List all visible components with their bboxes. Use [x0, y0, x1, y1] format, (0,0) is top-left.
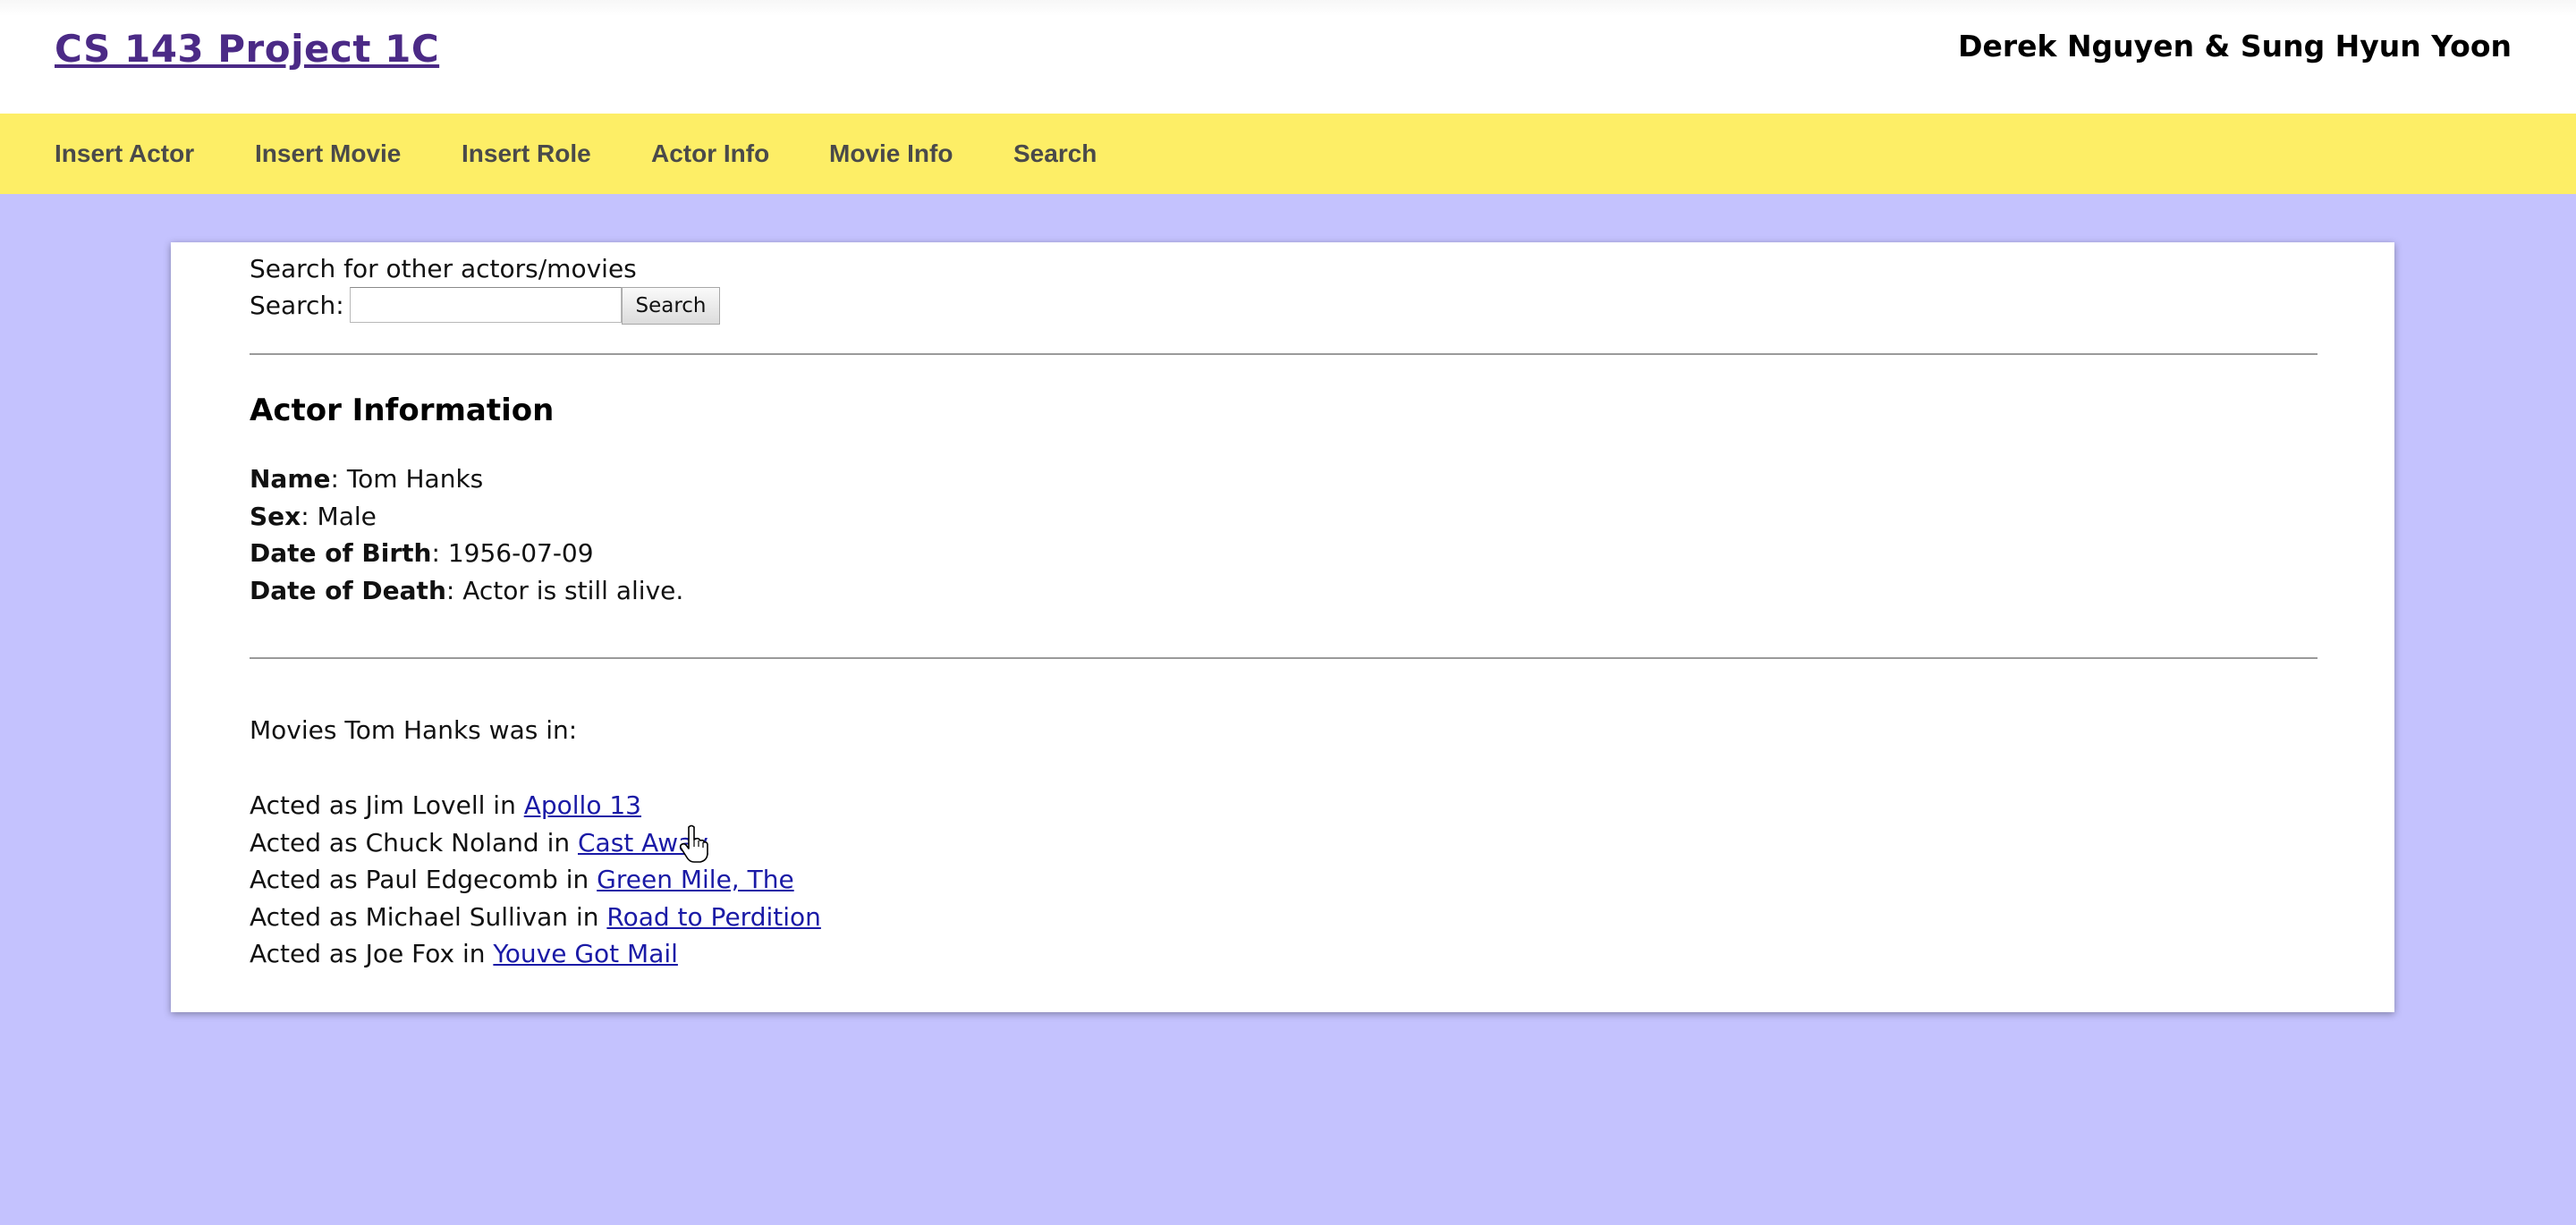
role-row: Acted as Paul Edgecomb in Green Mile, Th… — [250, 862, 794, 898]
field-value-sex: : Male — [301, 502, 377, 531]
field-value-dob: : 1956-07-09 — [431, 538, 594, 568]
role-row: Acted as Chuck Noland in Cast Away — [250, 825, 708, 861]
movie-link-youve-got-mail[interactable]: Youve Got Mail — [493, 939, 678, 968]
field-label-sex: Sex — [250, 502, 301, 531]
field-label-dod: Date of Death — [250, 576, 446, 605]
role-text: Acted as Joe Fox in — [250, 939, 494, 968]
role-text: Acted as Michael Sullivan in — [250, 902, 607, 932]
nav-actor-info[interactable]: Actor Info — [651, 114, 769, 194]
search-prompt: Search for other actors/movies — [250, 254, 637, 283]
nav-search[interactable]: Search — [1013, 114, 1097, 194]
site-header: CS 143 Project 1C Derek Nguyen & Sung Hy… — [0, 0, 2576, 114]
search-input[interactable] — [350, 287, 622, 323]
search-label: Search: — [250, 291, 344, 320]
content-panel: Search for other actors/movies Search: S… — [171, 242, 2394, 1012]
site-title-link[interactable]: CS 143 Project 1C — [55, 27, 439, 71]
actor-dob-row: Date of Birth: 1956-07-09 — [250, 536, 594, 571]
nav-movie-info[interactable]: Movie Info — [829, 114, 953, 194]
nav-bar: Insert Actor Insert Movie Insert Role Ac… — [0, 114, 2576, 194]
nav-insert-actor[interactable]: Insert Actor — [55, 114, 194, 194]
authors-text: Derek Nguyen & Sung Hyun Yoon — [1958, 29, 2512, 63]
role-text: Acted as Paul Edgecomb in — [250, 865, 597, 894]
role-row: Acted as Michael Sullivan in Road to Per… — [250, 900, 821, 935]
role-text: Acted as Jim Lovell in — [250, 790, 524, 820]
role-row: Acted as Jim Lovell in Apollo 13 — [250, 788, 641, 824]
movie-link-green-mile[interactable]: Green Mile, The — [597, 865, 794, 894]
actor-dod-row: Date of Death: Actor is still alive. — [250, 573, 683, 609]
role-text: Acted as Chuck Noland in — [250, 828, 578, 858]
nav-insert-role[interactable]: Insert Role — [462, 114, 591, 194]
field-value-dod: : Actor is still alive. — [445, 576, 684, 605]
movies-intro: Movies Tom Hanks was in: — [250, 715, 578, 745]
actor-info-heading: Actor Information — [250, 393, 555, 428]
divider-top — [250, 353, 2318, 355]
role-row: Acted as Joe Fox in Youve Got Mail — [250, 936, 678, 972]
divider-middle — [250, 657, 2318, 659]
movie-link-apollo-13[interactable]: Apollo 13 — [524, 790, 641, 820]
search-button[interactable]: Search — [622, 287, 720, 325]
field-value-name: : Tom Hanks — [330, 464, 484, 494]
movie-link-road-to-perdition[interactable]: Road to Perdition — [606, 902, 821, 932]
hand-cursor-icon — [679, 824, 708, 863]
actor-name-row: Name: Tom Hanks — [250, 461, 483, 497]
field-label-dob: Date of Birth — [250, 538, 432, 568]
nav-insert-movie[interactable]: Insert Movie — [255, 114, 401, 194]
actor-sex-row: Sex: Male — [250, 499, 377, 535]
field-label-name: Name — [250, 464, 331, 494]
